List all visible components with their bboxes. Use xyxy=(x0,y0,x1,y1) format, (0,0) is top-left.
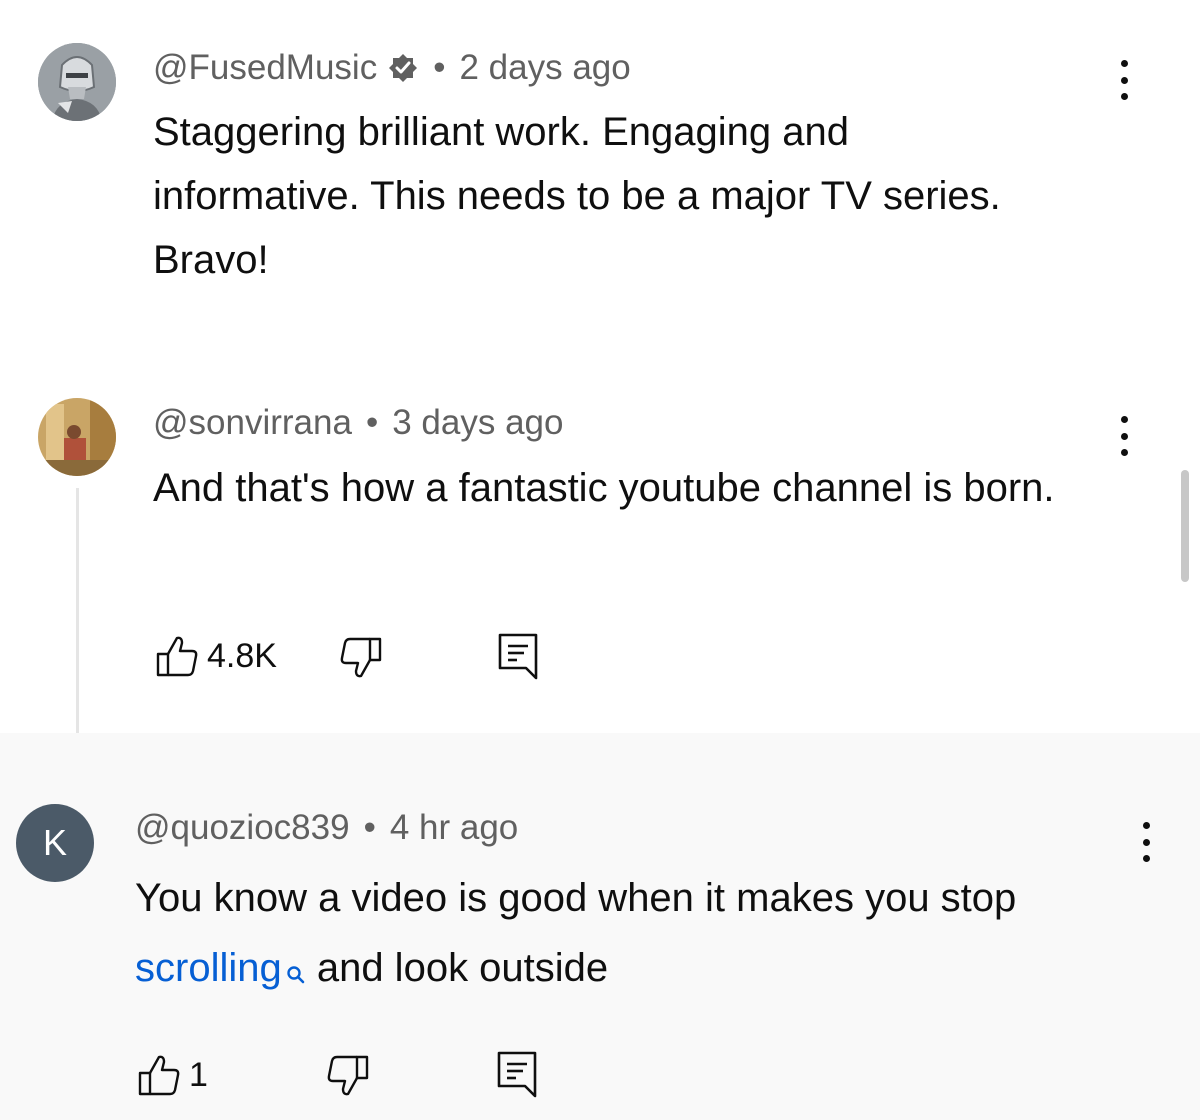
reply-button[interactable] xyxy=(496,1050,538,1098)
quozioc839-avatar[interactable]: K xyxy=(16,804,94,882)
dot-icon xyxy=(1120,93,1128,100)
meta-separator: • xyxy=(433,48,446,87)
reply-comment-icon xyxy=(497,1051,537,1098)
dot-icon xyxy=(1142,822,1150,829)
dot-icon xyxy=(1120,60,1128,67)
dot-icon xyxy=(1120,416,1128,423)
comment-author[interactable]: @quozioc839 xyxy=(135,808,350,848)
dot-icon xyxy=(1120,449,1128,456)
avatar-letter: K xyxy=(42,822,67,863)
comment-meta: @quozioc839 • 4 hr ago xyxy=(135,808,518,848)
knight-helmet-icon xyxy=(38,43,116,121)
verified-badge-icon xyxy=(387,52,419,84)
comment-meta: @FusedMusic • 2 days ago xyxy=(153,48,631,88)
comment-time[interactable]: 4 hr ago xyxy=(390,808,518,848)
thumbs-up-icon xyxy=(138,1055,180,1096)
meta-separator: • xyxy=(363,808,376,847)
fusedmusic-avatar[interactable] xyxy=(38,43,116,121)
comment-text-part: You know a video is good when it makes y… xyxy=(135,876,1017,920)
comment-time[interactable]: 2 days ago xyxy=(459,48,630,88)
thumbs-up-icon xyxy=(156,636,198,677)
search-link[interactable]: scrolling xyxy=(135,946,282,990)
comment-author[interactable]: @sonvirrana xyxy=(153,403,352,443)
comment-text: Staggering brilliant work. Engaging and … xyxy=(153,100,1053,292)
comment-text: And that's how a fantastic youtube chann… xyxy=(153,456,1113,520)
more-actions-button[interactable] xyxy=(1114,60,1134,100)
like-button[interactable]: 4.8K xyxy=(155,634,277,678)
dislike-button[interactable] xyxy=(335,636,383,680)
dislike-button[interactable] xyxy=(322,1054,370,1098)
thumbs-down-icon xyxy=(340,637,382,678)
comment-author[interactable]: @FusedMusic xyxy=(153,48,377,88)
comments-page: @FusedMusic • 2 days ago Staggering bril… xyxy=(0,0,1200,1120)
comment-text: You know a video is good when it makes y… xyxy=(135,863,1115,1007)
reply-comment-icon xyxy=(498,633,538,680)
comment-time[interactable]: 3 days ago xyxy=(392,403,563,443)
reply-button[interactable] xyxy=(497,632,539,680)
scrollbar-thumb[interactable] xyxy=(1181,470,1189,582)
dot-icon xyxy=(1142,855,1150,862)
comment-paragraph: Staggering brilliant work. Engaging and … xyxy=(153,110,1001,218)
thumbs-down-icon xyxy=(327,1055,369,1096)
like-count: 1 xyxy=(189,1055,208,1094)
thread-line xyxy=(76,488,79,733)
comment-text-part: and look outside xyxy=(305,946,609,990)
sonvirrana-avatar[interactable] xyxy=(38,398,116,476)
photo-avatar-icon xyxy=(38,398,116,476)
more-actions-button[interactable] xyxy=(1136,822,1156,862)
meta-separator: • xyxy=(365,403,379,442)
search-icon[interactable] xyxy=(286,937,306,1007)
like-count: 4.8K xyxy=(207,636,277,675)
comment-meta: @sonvirrana • 3 days ago xyxy=(153,403,563,443)
dot-icon xyxy=(1120,76,1128,84)
dot-icon xyxy=(1142,838,1150,846)
like-button[interactable]: 1 xyxy=(137,1053,208,1097)
more-actions-button[interactable] xyxy=(1114,416,1134,456)
comment-paragraph: Bravo! xyxy=(153,238,269,282)
dot-icon xyxy=(1120,432,1128,440)
comment-paragraph: And that's how a fantastic youtube chann… xyxy=(153,466,1055,510)
